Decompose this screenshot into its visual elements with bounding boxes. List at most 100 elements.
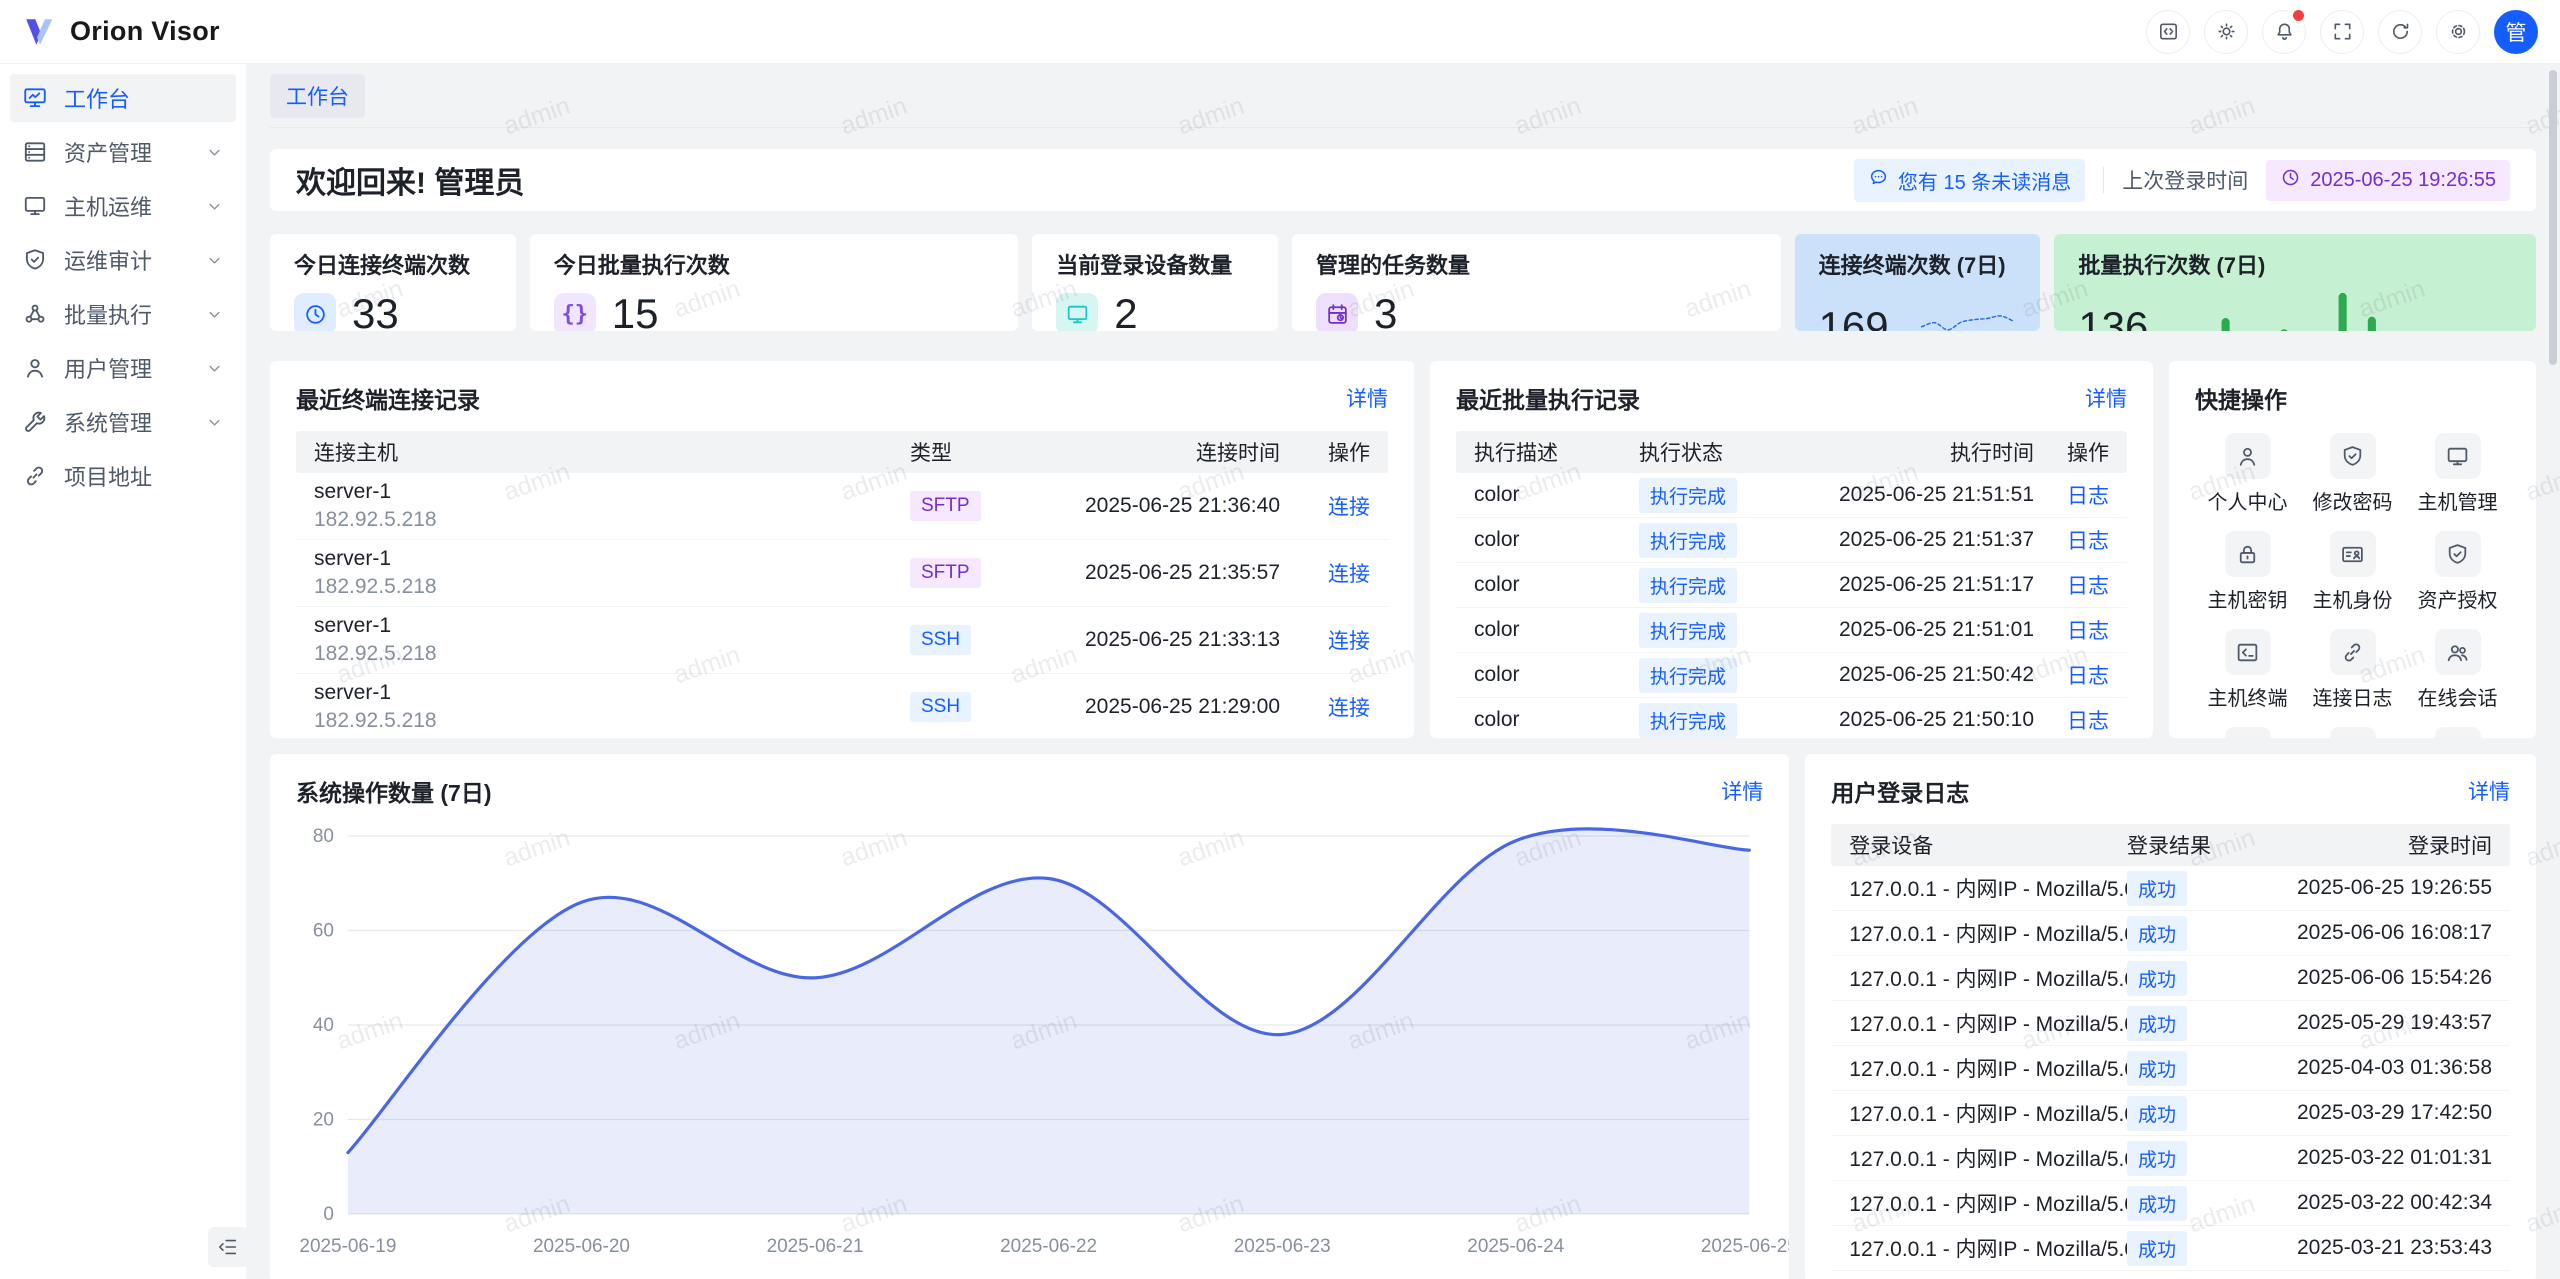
result-badge: 成功 [2127,1006,2187,1041]
log-link[interactable]: 日志 [2067,530,2109,553]
quick-actions-grid: 个人中心修改密码主机管理主机密钥主机身份资产授权主机终端连接日志在线会话文件操作… [2195,433,2510,738]
refresh-icon [2389,20,2412,43]
log-link[interactable]: 日志 [2067,575,2109,598]
login-device: 127.0.0.1 - 内网IP - Mozilla/5.0 (Windows … [1849,1233,2127,1263]
chart-detail-link[interactable]: 详情 [1721,776,1763,806]
result-badge: 成功 [2127,1186,2187,1221]
login-table-body: 127.0.0.1 - 内网IP - Mozilla/5.0 (Windows … [1831,866,2510,1271]
quick-action-label: 主机身份 [2300,584,2405,613]
svg-text:2025-06-23: 2025-06-23 [1234,1236,1331,1257]
log-link[interactable]: 日志 [2067,485,2109,508]
column-header: 执行状态 [1639,437,1789,467]
quick-action-6[interactable]: 资产授权 [2405,531,2510,613]
lock-icon [2235,542,2260,567]
notifications-icon [2273,20,2296,43]
quick-action-8[interactable]: 连接日志 [2300,629,2405,711]
quick-action-4[interactable]: 主机密钥 [2195,531,2300,613]
connect-link[interactable]: 连接 [1328,630,1370,653]
quick-action-5[interactable]: 主机身份 [2300,531,2405,613]
login-time: 2025-03-22 00:42:34 [2247,1191,2492,1215]
terminal-detail-link[interactable]: 详情 [1346,383,1388,413]
quick-action-2[interactable]: 修改密码 [2300,433,2405,515]
log-link[interactable]: 日志 [2067,620,2109,643]
breadcrumb-tab-workbench[interactable]: 工作台 [270,74,365,118]
avatar[interactable]: 管 [2494,10,2538,54]
log-link[interactable]: 日志 [2067,665,2109,688]
system-ops-chart: 0204060802025-06-192025-06-202025-06-212… [296,814,1763,1266]
svg-text:2025-06-21: 2025-06-21 [767,1236,864,1257]
sidebar-item-8[interactable]: 项目地址 [10,452,236,500]
sidebar-item-5[interactable]: 批量执行 [10,290,236,338]
braces-icon: {} [554,293,596,331]
collapse-sidebar-button[interactable] [208,1227,248,1267]
quick-action-9[interactable]: 在线会话 [2405,629,2510,711]
login-detail-link[interactable]: 详情 [2468,776,2510,806]
user-icon [2235,444,2260,469]
login-time: 2025-04-03 01:36:58 [2247,1056,2492,1080]
header-button-fullscreen[interactable] [2320,10,2364,54]
search-log-icon [2445,738,2470,739]
header-button-theme[interactable] [2204,10,2248,54]
quick-actions-panel: 快捷操作 个人中心修改密码主机管理主机密钥主机身份资产授权主机终端连接日志在线会… [2169,361,2536,738]
quick-action-11[interactable]: 命令执行 [2300,727,2405,738]
stat-label: 当前登录设备数量 [1056,248,1254,280]
sidebar-item-4[interactable]: 运维审计 [10,236,236,284]
header-button-notifications[interactable] [2262,10,2306,54]
quick-action-3[interactable]: 主机管理 [2405,433,2510,515]
table-row: color执行完成2025-06-25 21:50:10日志 [1456,698,2127,738]
clock-icon [2280,167,2301,194]
stat-value: 136 [2078,303,2148,331]
quick-action-1[interactable]: 个人中心 [2195,433,2300,515]
table-row: 127.0.0.1 - 内网IP - Mozilla/5.0 (Windows … [1831,1226,2510,1271]
stat-card-4: 管理的任务数量3 [1292,234,1781,331]
brand: Orion Visor [22,16,220,48]
middle-row: 最近终端连接记录 详情 连接主机类型连接时间操作 server-1182.92.… [270,361,2536,738]
panel-title: 最近终端连接记录 [296,381,480,415]
batch-detail-link[interactable]: 详情 [2085,383,2127,413]
svg-text:2025-06-19: 2025-06-19 [299,1236,396,1257]
sidebar-item-6[interactable]: 用户管理 [10,344,236,392]
header-button-refresh[interactable] [2378,10,2422,54]
svg-text:2025-06-20: 2025-06-20 [533,1236,630,1257]
sidebar: 工作台资产管理主机运维运维审计批量执行用户管理系统管理项目地址 [0,64,246,1279]
log-link[interactable]: 日志 [2067,710,2109,733]
login-device: 127.0.0.1 - 内网IP - Mozilla/5.0 (Windows … [1849,1098,2127,1128]
quick-action-7[interactable]: 主机终端 [2195,629,2300,711]
shield-check-icon [2435,531,2481,577]
table-row: server-1182.92.5.218SSH2025-06-25 21:33:… [296,607,1388,674]
sidebar-item-label: 批量执行 [64,298,205,330]
result-badge: 成功 [2127,961,2187,996]
sidebar-item-7[interactable]: 系统管理 [10,398,236,446]
code-icon [2157,20,2180,43]
user-icon [2225,433,2271,479]
monitor-icon [2445,444,2470,469]
result-badge: 成功 [2127,871,2187,906]
connect-link[interactable]: 连接 [1328,697,1370,720]
svg-text:2025-06-22: 2025-06-22 [1000,1236,1097,1257]
table-row: color执行完成2025-06-25 21:51:01日志 [1456,608,2127,653]
connect-link[interactable]: 连接 [1328,496,1370,519]
header-button-settings[interactable] [2436,10,2480,54]
host-ops-icon [22,193,48,219]
exec-time: 2025-06-25 21:51:01 [1789,618,2034,642]
sidebar-item-1[interactable]: 工作台 [10,74,236,122]
connect-link[interactable]: 连接 [1328,563,1370,586]
login-device: 127.0.0.1 - 内网IP - Mozilla/5.0 (Windows … [1849,1188,2127,1218]
chevron-down-icon [205,251,224,270]
notification-dot [2293,10,2304,21]
status-badge: 执行完成 [1639,703,1737,738]
scrollbar-thumb[interactable] [2549,70,2557,365]
header-button-code[interactable] [2146,10,2190,54]
exec-time: 2025-06-25 21:51:17 [1789,573,2034,597]
unread-messages-chip[interactable]: 您有 15 条未读消息 [1854,159,2085,202]
link-icon [2330,629,2376,675]
type-badge: SSH [910,692,971,722]
sidebar-item-3[interactable]: 主机运维 [10,182,236,230]
quick-action-10[interactable]: 文件操作日志 [2195,727,2300,738]
quick-action-12[interactable]: 执行日志 [2405,727,2510,738]
sidebar-item-2[interactable]: 资产管理 [10,128,236,176]
svg-text:20: 20 [313,1109,334,1130]
stat-card-1: 今日连接终端次数33 [270,234,516,331]
last-login-label: 上次登录时间 [2122,165,2248,195]
column-header: 登录结果 [2127,830,2247,860]
